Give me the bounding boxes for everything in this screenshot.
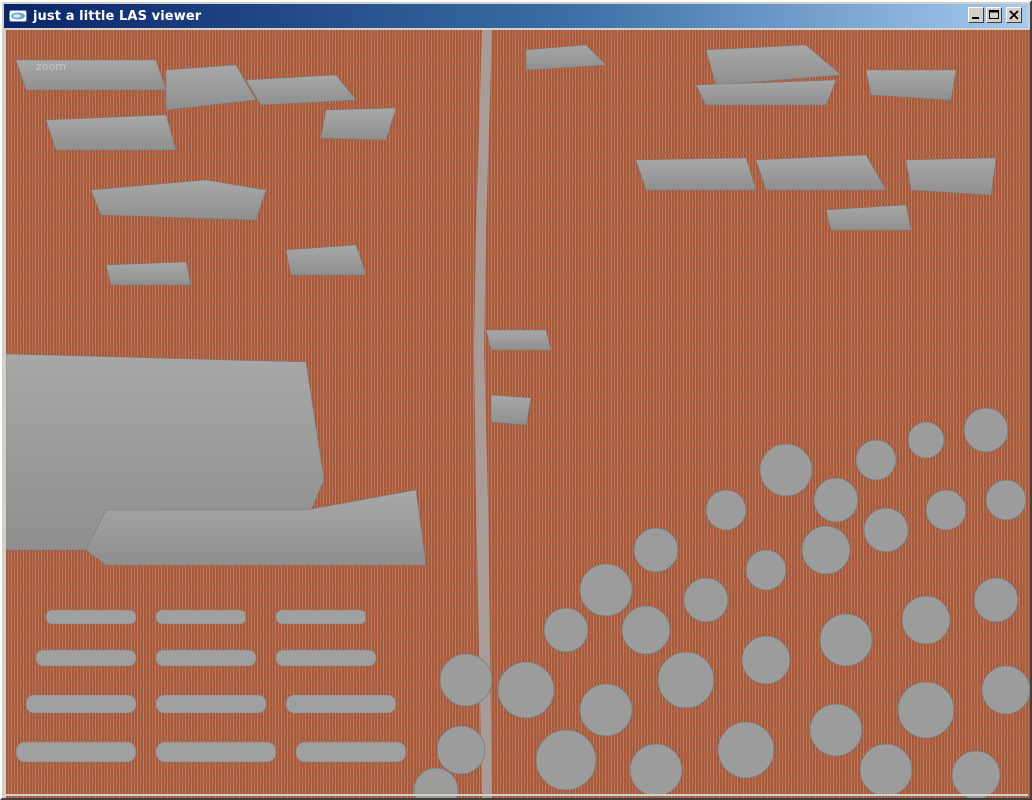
close-icon — [1009, 10, 1019, 20]
title-bar[interactable]: just a little LAS viewer — [4, 4, 1028, 28]
minimize-icon — [972, 17, 979, 19]
app-icon[interactable] — [8, 9, 28, 23]
point-cloud-viewport[interactable]: zoom — [6, 30, 1030, 798]
maximize-icon — [989, 10, 999, 19]
point-cloud-render — [6, 30, 1030, 798]
window-title: just a little LAS viewer — [33, 8, 202, 24]
close-button[interactable] — [1006, 7, 1022, 23]
window-bottom-edge — [4, 794, 1028, 796]
window-controls — [968, 7, 1022, 23]
app-window: just a little LAS viewer zoom — [0, 0, 1032, 800]
maximize-button[interactable] — [986, 7, 1002, 23]
minimize-button[interactable] — [968, 7, 984, 23]
